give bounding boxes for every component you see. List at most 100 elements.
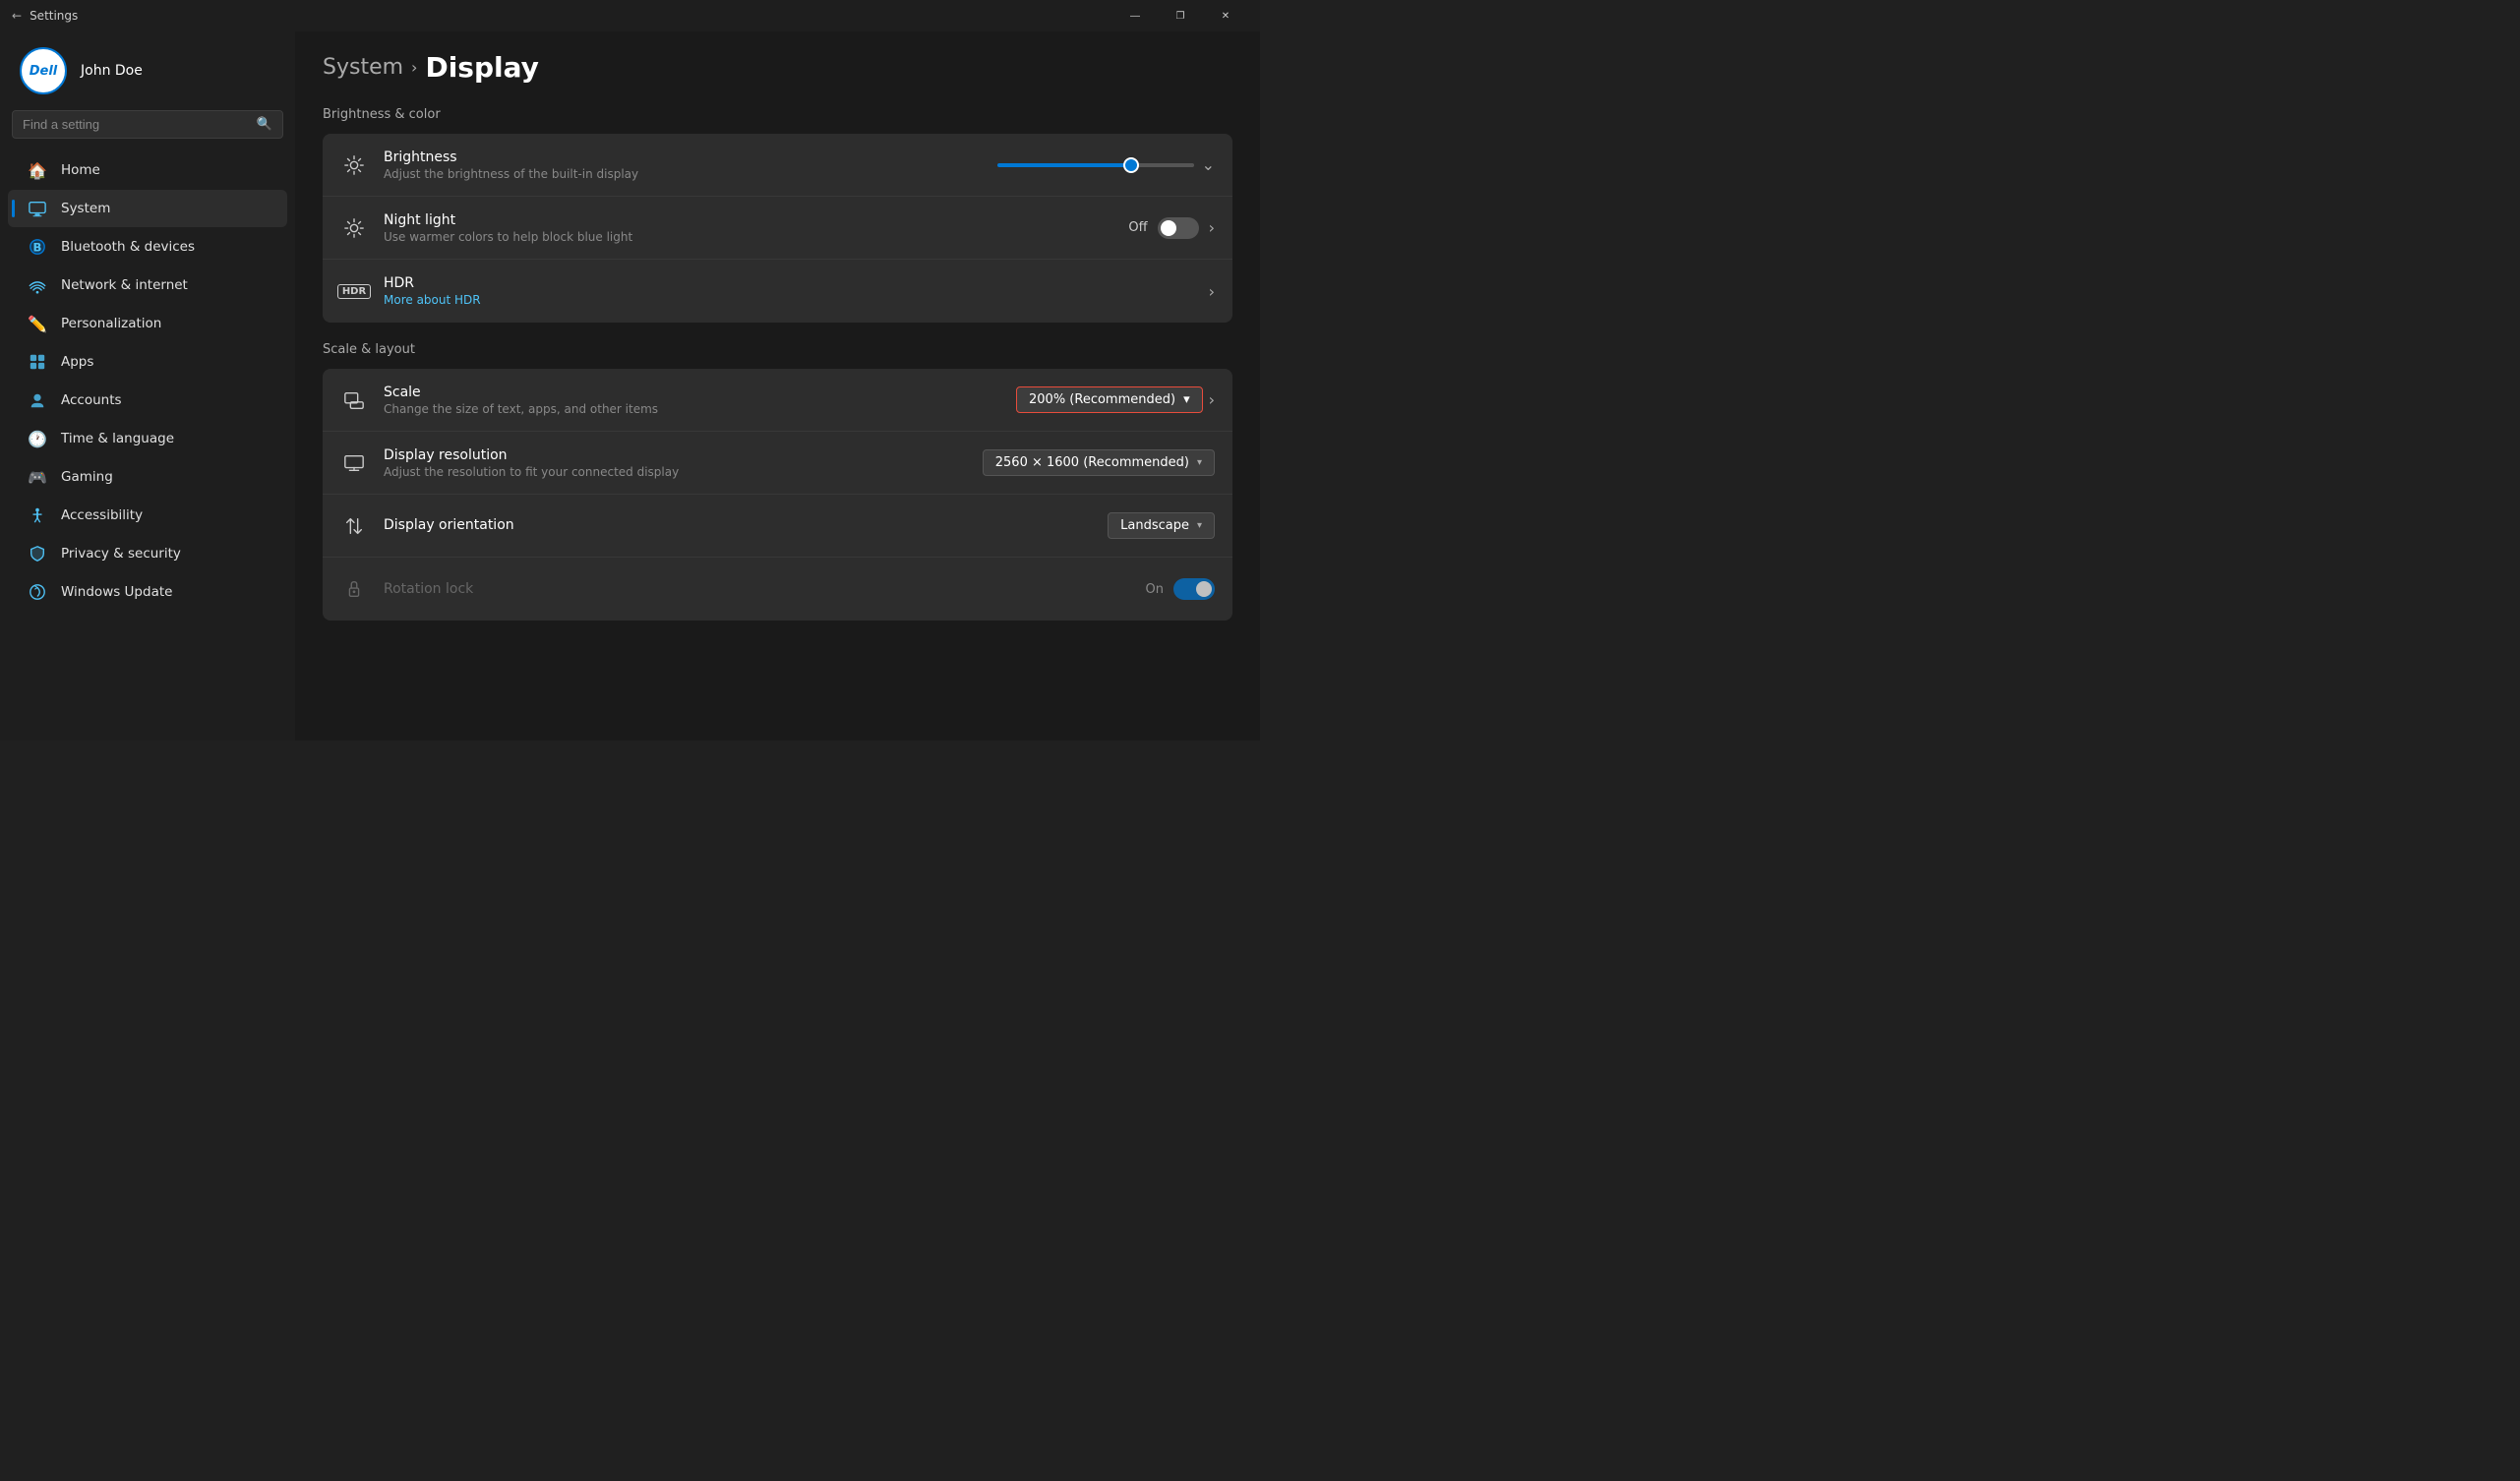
scale-layout-section: Scale & layout Scale Change the size o bbox=[323, 342, 1232, 621]
display-orientation-title: Display orientation bbox=[384, 517, 1092, 533]
hdr-subtitle-link[interactable]: More about HDR bbox=[384, 293, 1193, 307]
sidebar-item-network[interactable]: Network & internet bbox=[8, 267, 287, 304]
breadcrumb-chevron-icon: › bbox=[411, 58, 417, 77]
brightness-color-card: Brightness Adjust the brightness of the … bbox=[323, 134, 1232, 323]
sidebar-item-personalization[interactable]: ✏️ Personalization bbox=[8, 305, 287, 342]
scale-dropdown[interactable]: 200% (Recommended) ▾ bbox=[1016, 386, 1203, 413]
scale-layout-card: Scale Change the size of text, apps, and… bbox=[323, 369, 1232, 621]
display-resolution-dropdown[interactable]: 2560 × 1600 (Recommended) ▾ bbox=[983, 449, 1215, 476]
display-orientation-icon bbox=[340, 515, 368, 537]
breadcrumb-parent[interactable]: System bbox=[323, 55, 403, 80]
display-orientation-dropdown[interactable]: Landscape ▾ bbox=[1108, 512, 1215, 539]
personalization-icon: ✏️ bbox=[28, 314, 47, 333]
user-name: John Doe bbox=[81, 63, 143, 79]
display-orientation-arrow-icon: ▾ bbox=[1197, 520, 1202, 531]
scale-title: Scale bbox=[384, 385, 1000, 400]
scale-subtitle: Change the size of text, apps, and other… bbox=[384, 402, 1000, 416]
night-light-toggle-label: Off bbox=[1128, 220, 1147, 235]
sidebar-item-time[interactable]: 🕐 Time & language bbox=[8, 420, 287, 457]
scale-dropdown-value: 200% (Recommended) bbox=[1029, 392, 1175, 407]
breadcrumb: System › Display bbox=[323, 51, 1232, 84]
night-light-icon bbox=[340, 217, 368, 239]
back-icon[interactable]: ← bbox=[12, 9, 22, 23]
night-light-control: Off › bbox=[1128, 217, 1215, 239]
sidebar-item-gaming[interactable]: 🎮 Gaming bbox=[8, 458, 287, 496]
sidebar-item-home[interactable]: 🏠 Home bbox=[8, 151, 287, 189]
windows-update-icon bbox=[28, 582, 47, 602]
night-light-row: Night light Use warmer colors to help bl… bbox=[323, 197, 1232, 260]
svg-text:B: B bbox=[33, 241, 42, 255]
display-resolution-control: 2560 × 1600 (Recommended) ▾ bbox=[983, 449, 1215, 476]
brightness-row: Brightness Adjust the brightness of the … bbox=[323, 134, 1232, 197]
toggle-knob-rotation bbox=[1196, 581, 1212, 597]
breadcrumb-current: Display bbox=[425, 51, 538, 84]
sidebar-item-label: Network & internet bbox=[61, 277, 188, 293]
scale-control: 200% (Recommended) ▾ › bbox=[1016, 386, 1215, 413]
maximize-button[interactable]: ❐ bbox=[1158, 0, 1203, 31]
home-icon: 🏠 bbox=[28, 160, 47, 180]
search-input[interactable] bbox=[23, 117, 249, 132]
scale-row: Scale Change the size of text, apps, and… bbox=[323, 369, 1232, 432]
display-resolution-subtitle: Adjust the resolution to fit your connec… bbox=[384, 465, 967, 479]
hdr-control: › bbox=[1209, 282, 1215, 301]
scale-chevron-icon[interactable]: › bbox=[1209, 390, 1215, 409]
hdr-text: HDR More about HDR bbox=[384, 275, 1193, 307]
rotation-lock-control: On bbox=[1146, 578, 1215, 600]
rotation-lock-icon bbox=[340, 578, 368, 600]
sidebar-item-privacy[interactable]: Privacy & security bbox=[8, 535, 287, 572]
hdr-icon: HDR bbox=[340, 284, 368, 299]
brightness-subtitle: Adjust the brightness of the built-in di… bbox=[384, 167, 982, 181]
settings-window: ← Settings — ❐ ✕ Dell John Doe 🔍 bbox=[0, 0, 1260, 740]
brightness-color-section: Brightness & color bbox=[323, 107, 1232, 323]
display-orientation-row: Display orientation Landscape ▾ bbox=[323, 495, 1232, 558]
sidebar: Dell John Doe 🔍 🏠 Home bbox=[0, 31, 295, 740]
search-icon: 🔍 bbox=[257, 117, 272, 132]
close-button[interactable]: ✕ bbox=[1203, 0, 1248, 31]
sidebar-item-accessibility[interactable]: Accessibility bbox=[8, 497, 287, 534]
display-resolution-value: 2560 × 1600 (Recommended) bbox=[995, 455, 1189, 470]
rotation-lock-toggle[interactable] bbox=[1173, 578, 1215, 600]
sidebar-item-label: Home bbox=[61, 162, 100, 178]
sidebar-nav: 🏠 Home System bbox=[0, 150, 295, 612]
avatar: Dell bbox=[20, 47, 67, 94]
main-content: Dell John Doe 🔍 🏠 Home bbox=[0, 31, 1260, 740]
scale-text: Scale Change the size of text, apps, and… bbox=[384, 385, 1000, 416]
display-orientation-control: Landscape ▾ bbox=[1108, 512, 1215, 539]
brightness-chevron-down-icon[interactable]: ⌄ bbox=[1202, 155, 1215, 174]
hdr-title: HDR bbox=[384, 275, 1193, 291]
night-light-subtitle: Use warmer colors to help block blue lig… bbox=[384, 230, 1112, 244]
time-icon: 🕐 bbox=[28, 429, 47, 448]
rotation-lock-title: Rotation lock bbox=[384, 581, 1130, 597]
brightness-slider[interactable] bbox=[997, 163, 1194, 167]
user-section[interactable]: Dell John Doe bbox=[0, 31, 295, 110]
sidebar-item-system[interactable]: System bbox=[8, 190, 287, 227]
night-light-title: Night light bbox=[384, 212, 1112, 228]
search-box[interactable]: 🔍 bbox=[12, 110, 283, 139]
display-resolution-title: Display resolution bbox=[384, 447, 967, 463]
sidebar-item-label: Gaming bbox=[61, 469, 113, 485]
sidebar-item-label: Personalization bbox=[61, 316, 161, 331]
title-bar-left: ← Settings bbox=[12, 9, 78, 23]
sidebar-item-accounts[interactable]: Accounts bbox=[8, 382, 287, 419]
minimize-button[interactable]: — bbox=[1112, 0, 1158, 31]
privacy-icon bbox=[28, 544, 47, 563]
display-resolution-text: Display resolution Adjust the resolution… bbox=[384, 447, 967, 479]
sidebar-item-label: Windows Update bbox=[61, 584, 172, 600]
sidebar-item-bluetooth[interactable]: B Bluetooth & devices bbox=[8, 228, 287, 266]
rotation-lock-toggle-label: On bbox=[1146, 582, 1164, 597]
title-bar-controls: — ❐ ✕ bbox=[1112, 0, 1248, 31]
night-light-chevron-icon[interactable]: › bbox=[1209, 218, 1215, 237]
display-orientation-value: Landscape bbox=[1120, 518, 1189, 533]
sidebar-item-apps[interactable]: Apps bbox=[8, 343, 287, 381]
accounts-icon bbox=[28, 390, 47, 410]
night-light-toggle[interactable] bbox=[1158, 217, 1199, 239]
hdr-chevron-icon[interactable]: › bbox=[1209, 282, 1215, 301]
sidebar-item-windows-update[interactable]: Windows Update bbox=[8, 573, 287, 611]
dell-logo-icon: Dell bbox=[30, 64, 58, 79]
search-container: 🔍 bbox=[0, 110, 295, 150]
apps-icon bbox=[28, 352, 47, 372]
rotation-lock-row: Rotation lock On bbox=[323, 558, 1232, 621]
toggle-knob bbox=[1161, 220, 1176, 236]
brightness-icon bbox=[340, 154, 368, 176]
network-icon bbox=[28, 275, 47, 295]
